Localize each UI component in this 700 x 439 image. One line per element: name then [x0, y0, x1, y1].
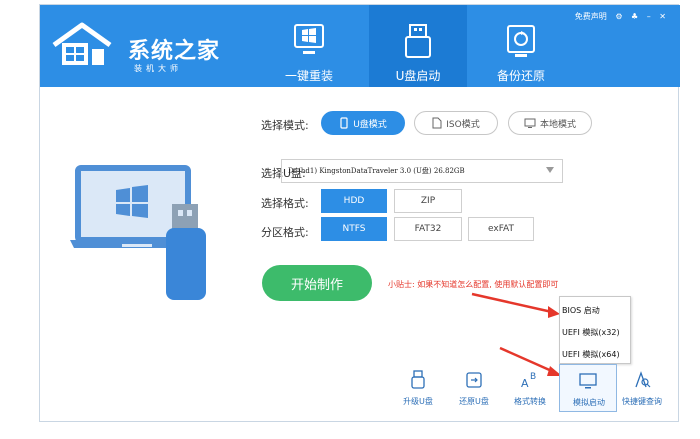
tab-backup-restore[interactable]: 备份还原	[478, 5, 564, 87]
tool-upgrade-usb[interactable]: 升级U盘	[390, 368, 446, 412]
logo: 系统之家 装机大师	[48, 19, 228, 73]
partition-ntfs-button[interactable]: NTFS	[321, 217, 387, 241]
format-zip-button[interactable]: ZIP	[394, 189, 462, 213]
tool-label: 快捷键查询	[622, 397, 662, 406]
mode-usb-button[interactable]: U盘模式	[321, 111, 405, 135]
usb-upgrade-icon	[411, 370, 425, 389]
tool-shortcut-query[interactable]: 快捷键查询	[614, 368, 670, 412]
tab-label: 备份还原	[496, 69, 545, 83]
mode-iso-button[interactable]: ISO模式	[414, 111, 498, 135]
mode-local-label: 本地模式	[539, 119, 576, 130]
format-label: 选择格式:	[261, 197, 309, 210]
disk-select-value: D: (hd1) KingstonDataTraveler 3.0 (U盘) 2…	[288, 167, 465, 175]
boot-mode-menu: BIOS 启动 UEFI 模拟(x32) UEFI 模拟(x64)	[559, 296, 631, 364]
usb-drive-icon	[405, 24, 431, 58]
menu-item-uefi-x32[interactable]: UEFI 模拟(x32)	[562, 327, 620, 338]
format-convert-icon: AB	[521, 372, 536, 390]
laptop-usb-illustration	[70, 165, 206, 300]
brand-subtitle: 装机大师	[134, 64, 182, 73]
close-button[interactable]: ✕	[659, 12, 666, 21]
backup-restore-icon	[507, 25, 535, 57]
house-logo-icon	[52, 22, 112, 65]
mode-usb-label: U盘模式	[353, 119, 387, 130]
chevron-down-icon	[546, 167, 554, 173]
svg-text:B: B	[530, 372, 536, 382]
iso-file-icon	[432, 117, 442, 129]
partition-fat32-button[interactable]: FAT32	[394, 217, 462, 241]
tool-label: 升级U盘	[403, 397, 433, 406]
mode-local-button[interactable]: 本地模式	[508, 111, 592, 135]
format-hdd-button[interactable]: HDD	[321, 189, 387, 213]
tool-label: 模拟启动	[573, 398, 605, 407]
tab-reinstall[interactable]: 一键重装	[266, 5, 352, 87]
tab-label: U盘启动	[395, 69, 441, 83]
header-bar: 系统之家 装机大师 一键重装 U盘启动 备份还原 免费声明 ⚙ ♣ – ✕	[40, 5, 680, 87]
skin-icon[interactable]: ♣	[631, 12, 638, 21]
window-controls: 免费声明 ⚙ ♣ – ✕	[569, 11, 666, 22]
settings-icon[interactable]: ⚙	[615, 12, 622, 21]
tab-usb-boot[interactable]: U盘启动	[369, 5, 467, 87]
menu-item-bios[interactable]: BIOS 启动	[562, 305, 600, 316]
restore-usb-icon	[466, 372, 482, 388]
partition-label: 分区格式:	[261, 226, 309, 239]
mode-label: 选择模式:	[261, 119, 309, 132]
red-arrow-annotations	[471, 292, 562, 376]
windows-screen-icon	[294, 24, 324, 54]
tool-simulate-boot[interactable]: 模拟启动	[559, 364, 617, 412]
menu-item-uefi-x64[interactable]: UEFI 模拟(x64)	[562, 349, 620, 360]
tool-label: 格式转换	[514, 397, 546, 406]
tool-format-convert[interactable]: AB 格式转换	[502, 368, 558, 412]
tool-label: 还原U盘	[459, 397, 489, 406]
tool-restore-usb[interactable]: 还原U盘	[446, 368, 502, 412]
usb-icon	[340, 117, 348, 129]
minimize-button[interactable]: –	[647, 12, 651, 21]
disclaimer-link[interactable]: 免费声明	[575, 12, 607, 21]
tip-text: 小贴士: 如果不知道怎么配置, 使用默认配置即可	[388, 280, 559, 289]
start-button[interactable]: 开始制作	[262, 265, 372, 301]
brand-title: 系统之家	[128, 39, 221, 64]
tab-label: 一键重装	[284, 69, 333, 83]
shortcut-search-icon	[635, 371, 651, 388]
disk-select[interactable]: D: (hd1) KingstonDataTraveler 3.0 (U盘) 2…	[281, 159, 563, 183]
mode-iso-label: ISO模式	[446, 119, 480, 130]
monitor-icon	[524, 118, 536, 128]
svg-text:A: A	[521, 377, 529, 390]
monitor-icon	[579, 373, 597, 389]
partition-exfat-button[interactable]: exFAT	[468, 217, 534, 241]
